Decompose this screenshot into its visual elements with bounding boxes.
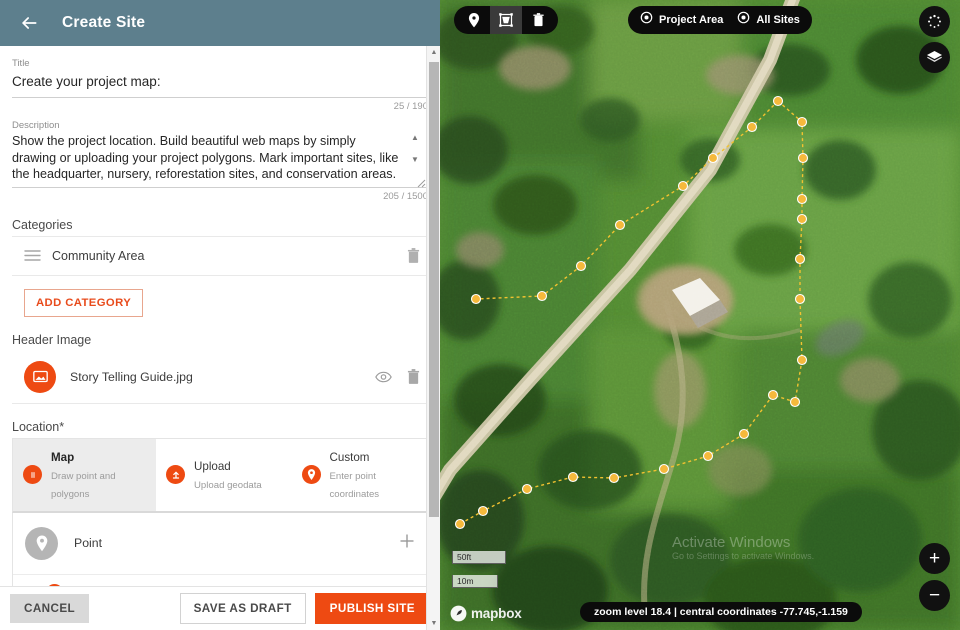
add-point-button[interactable]: [399, 533, 415, 554]
categories-section-label: Categories: [12, 217, 73, 232]
map-panel[interactable]: Project Area All Sites + − 50ft 10m mapb…: [440, 0, 960, 630]
zoom-out-label: −: [928, 585, 941, 606]
form-scrollbar[interactable]: ▲ ▼: [426, 46, 440, 630]
scrollbar-thumb[interactable]: [429, 62, 439, 517]
place-marker-tool[interactable]: [458, 6, 490, 34]
publish-site-button[interactable]: PUBLISH SITE: [314, 593, 430, 624]
map-status-bar: zoom level 18.4 | central coordinates -7…: [580, 602, 862, 622]
tab-custom-subtitle: Enter point coordinates: [329, 470, 380, 500]
category-delete-button[interactable]: [398, 248, 428, 263]
scale-bar-metric: 10m: [452, 575, 498, 588]
mapbox-attribution[interactable]: mapbox: [450, 605, 522, 622]
scrollbar-down-arrow[interactable]: ▼: [427, 617, 440, 630]
header-image-section-label: Header Image: [12, 332, 92, 347]
location-section-label: Location*: [12, 419, 65, 434]
target-icon: [640, 11, 653, 29]
eye-icon[interactable]: [368, 371, 398, 383]
tab-upload[interactable]: Upload Upload geodata: [156, 438, 292, 511]
geometry-name-point: Point: [74, 536, 103, 550]
view-all-sites[interactable]: All Sites: [737, 11, 800, 29]
layers-icon[interactable]: [919, 42, 950, 73]
save-as-draft-button[interactable]: SAVE AS DRAFT: [179, 593, 306, 624]
scale-bar-imperial: 50ft: [452, 551, 506, 564]
title-input[interactable]: Create your project map:: [12, 69, 428, 98]
zoom-in-label: +: [928, 548, 941, 569]
tab-custom-title: Custom: [329, 450, 370, 464]
target-icon: [737, 11, 750, 29]
description-field-group: Description Show the project location. B…: [12, 114, 428, 202]
chevron-up-icon[interactable]: ▲: [411, 133, 419, 142]
drag-handle-icon[interactable]: [12, 249, 52, 262]
tab-custom[interactable]: Custom Enter point coordinates: [291, 438, 427, 511]
view-project-area-label: Project Area: [659, 14, 724, 26]
tab-map[interactable]: Map Draw point and polygons: [13, 438, 156, 511]
description-scroll-arrows[interactable]: ▲ ▼: [408, 133, 422, 164]
textarea-resize-handle[interactable]: [417, 175, 426, 187]
mapbox-label: mapbox: [471, 606, 522, 621]
map-delete-tool[interactable]: [522, 6, 554, 34]
title-char-counter: 25 / 190: [393, 101, 428, 112]
scrollbar-up-arrow[interactable]: ▲: [427, 46, 440, 59]
chevron-down-icon[interactable]: ▼: [411, 155, 419, 164]
header-image-delete-button[interactable]: [398, 369, 428, 384]
geometry-row-point[interactable]: Point: [13, 513, 427, 575]
image-icon: [24, 360, 56, 393]
view-all-sites-label: All Sites: [756, 14, 800, 26]
category-row[interactable]: Community Area: [12, 235, 428, 276]
create-site-form-panel: Create Site Title Create your project ma…: [0, 0, 440, 630]
description-char-counter: 205 / 1500: [383, 190, 428, 202]
location-pin-icon: [301, 465, 321, 484]
location-mode-tabs: Map Draw point and polygons Upload Uploa…: [12, 437, 428, 513]
category-name: Community Area: [52, 248, 145, 263]
tab-upload-subtitle: Upload geodata: [194, 479, 262, 491]
description-input[interactable]: Show the project location. Build beautif…: [12, 131, 428, 188]
header-image-row: Story Telling Guide.jpg: [12, 351, 428, 404]
description-field-label: Description: [12, 120, 60, 131]
map-draw-toolbar: [454, 6, 558, 34]
zoom-out-button[interactable]: −: [919, 580, 950, 611]
tab-upload-title: Upload: [194, 459, 231, 473]
title-field-label: Title: [12, 58, 30, 69]
locate-spinner-icon[interactable]: [919, 6, 950, 37]
header-image-filename: Story Telling Guide.jpg: [70, 369, 193, 384]
zoom-in-button[interactable]: +: [919, 543, 950, 574]
page-title: Create Site: [62, 14, 146, 31]
app-header: Create Site: [0, 0, 440, 46]
map-view-toggle: Project Area All Sites: [628, 6, 812, 34]
map-pin-circle-icon: [23, 465, 42, 484]
add-category-button[interactable]: ADD CATEGORY: [24, 288, 144, 317]
back-arrow-icon[interactable]: [16, 10, 42, 36]
upload-icon: [166, 465, 185, 484]
draw-polygon-tool[interactable]: [490, 6, 522, 34]
view-project-area[interactable]: Project Area: [640, 11, 723, 29]
form-footer: CANCEL SAVE AS DRAFT PUBLISH SITE: [0, 586, 440, 630]
tab-map-subtitle: Draw point and polygons: [51, 470, 116, 500]
title-field-group: Title Create your project map: 25 / 190: [12, 46, 428, 112]
cancel-button[interactable]: CANCEL: [10, 594, 90, 623]
mapbox-logo-icon: [450, 605, 467, 622]
tab-map-title: Map: [51, 450, 75, 464]
satellite-map-canvas[interactable]: [440, 0, 960, 630]
map-pin-icon: [25, 526, 58, 560]
form-scroll-area: Title Create your project map: 25 / 190 …: [0, 46, 440, 630]
create-site-app: Create Site Title Create your project ma…: [0, 0, 960, 630]
